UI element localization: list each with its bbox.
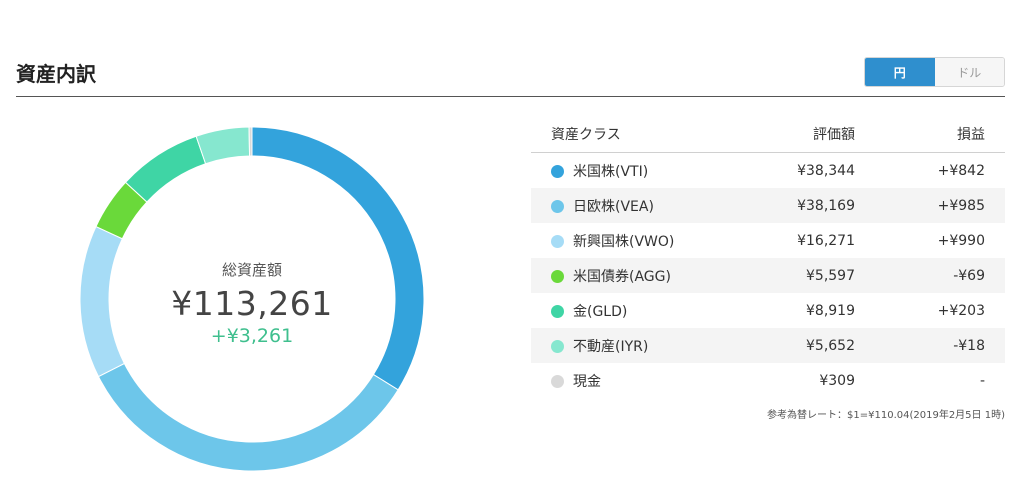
donut-slice-0[interactable] [251,126,425,391]
asset-class-name: 金(GLD) [573,303,628,320]
legend-dot-icon [551,199,564,213]
currency-toggle: 円 ドル [864,57,1005,87]
exchange-rate-note: 参考為替レート：$1=¥110.04(2019年2月5日 1時) [767,410,1005,421]
table-row: 金(GLD) ¥8,919 +¥203 [531,293,1005,328]
asset-class-name: 米国債券(AGG) [573,268,671,285]
donut-slice-5[interactable] [195,126,251,165]
legend-dot-icon [551,339,564,353]
profit-loss-cell: +¥203 [875,293,1005,328]
table-header-row: 資産クラス 評価額 損益 [531,115,1005,153]
table-row: 現金 ¥309- [531,363,1005,398]
valuation-cell: ¥5,652 [725,328,875,363]
header-asset-class: 資産クラス [531,115,725,153]
asset-class-cell: 日欧株(VEA) [531,188,725,223]
legend-dot-icon [551,234,564,248]
valuation-cell: ¥5,597 [725,258,875,293]
page-title: 資産内訳 [16,62,96,86]
table-row: 新興国株(VWO) ¥16,271 +¥990 [531,223,1005,258]
asset-table: 資産クラス 評価額 損益 米国株(VTI) ¥38,344 +¥842 日欧株(VEA… [531,115,1005,398]
profit-loss-cell: -¥18 [875,328,1005,363]
legend-dot-icon [551,304,564,318]
profit-loss-cell: - [875,363,1005,398]
asset-class-cell: 不動産(IYR) [531,328,725,363]
profit-loss-cell: -¥69 [875,258,1005,293]
title-divider [16,96,1005,97]
valuation-cell: ¥38,344 [725,152,875,188]
asset-class-name: 不動産(IYR) [573,338,649,355]
profit-loss-cell: +¥990 [875,223,1005,258]
valuation-cell: ¥38,169 [725,188,875,223]
asset-class-cell: 新興国株(VWO) [531,223,725,258]
asset-class-name: 日欧株(VEA) [573,198,654,215]
asset-class-name: 新興国株(VWO) [573,233,675,250]
table-row: 不動産(IYR) ¥5,652 -¥18 [531,328,1005,363]
asset-class-cell: 米国株(VTI) [531,152,725,188]
asset-class-cell: 金(GLD) [531,293,725,328]
donut-slice-1[interactable] [97,362,399,472]
table-row: 米国株(VTI) ¥38,344 +¥842 [531,152,1005,188]
valuation-cell: ¥8,919 [725,293,875,328]
asset-class-name: 米国株(VTI) [573,163,649,180]
currency-yen-button[interactable]: 円 [865,58,935,86]
profit-loss-cell: +¥985 [875,188,1005,223]
header-valuation: 評価額 [725,115,875,153]
table-row: 米国債券(AGG) ¥5,597 -¥69 [531,258,1005,293]
currency-dollar-button[interactable]: ドル [934,58,1004,86]
asset-class-cell: 米国債券(AGG) [531,258,725,293]
asset-class-cell: 現金 [531,363,725,398]
legend-dot-icon [551,374,564,388]
asset-donut-chart [79,126,425,472]
header-profit-loss: 損益 [875,115,1005,153]
valuation-cell: ¥309 [725,363,875,398]
asset-class-name: 現金 [573,373,601,390]
donut-slice-6[interactable] [248,126,253,157]
valuation-cell: ¥16,271 [725,223,875,258]
legend-dot-icon [551,164,564,178]
donut-slice-4[interactable] [124,135,207,203]
legend-dot-icon [551,269,564,283]
table-row: 日欧株(VEA) ¥38,169 +¥985 [531,188,1005,223]
profit-loss-cell: +¥842 [875,152,1005,188]
donut-slice-2[interactable] [79,225,126,378]
